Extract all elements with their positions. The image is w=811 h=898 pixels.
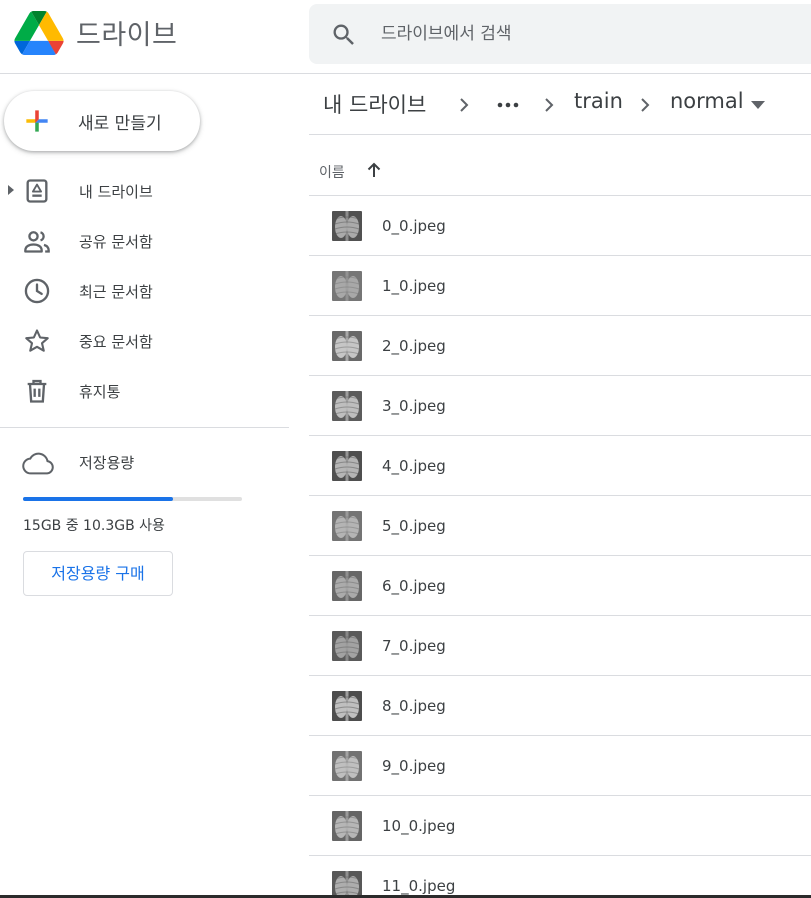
search-icon[interactable] bbox=[330, 21, 358, 49]
file-name: 9_0.jpeg bbox=[382, 757, 446, 775]
file-name: 5_0.jpeg bbox=[382, 517, 446, 535]
file-row[interactable]: 11_0.jpeg bbox=[309, 856, 811, 898]
file-name: 3_0.jpeg bbox=[382, 397, 446, 415]
expand-caret-icon[interactable] bbox=[6, 183, 16, 197]
my-drive-icon bbox=[26, 179, 48, 203]
breadcrumb: 내 드라이브 train normal bbox=[309, 75, 811, 135]
file-row[interactable]: 3_0.jpeg bbox=[309, 376, 811, 436]
search-input[interactable] bbox=[381, 4, 801, 64]
top-header: 드라이브 bbox=[0, 0, 811, 74]
breadcrumb-item-train[interactable]: train bbox=[574, 89, 623, 113]
plus-icon bbox=[26, 110, 48, 132]
file-row[interactable]: 10_0.jpeg bbox=[309, 796, 811, 856]
storage-progress-bar bbox=[23, 497, 242, 501]
file-name: 4_0.jpeg bbox=[382, 457, 446, 475]
star-icon bbox=[25, 329, 49, 352]
file-name: 0_0.jpeg bbox=[382, 217, 446, 235]
more-horiz-icon[interactable] bbox=[496, 102, 520, 108]
search-bar[interactable] bbox=[309, 4, 811, 64]
file-row[interactable]: 1_0.jpeg bbox=[309, 256, 811, 316]
file-row[interactable]: 5_0.jpeg bbox=[309, 496, 811, 556]
new-button-label: 새로 만들기 bbox=[78, 114, 162, 134]
xray-image-thumbnail bbox=[332, 811, 362, 841]
sidebar-item-label: 휴지통 bbox=[79, 383, 121, 401]
file-row[interactable]: 2_0.jpeg bbox=[309, 316, 811, 376]
sidebar-divider bbox=[0, 427, 289, 428]
file-list: 0_0.jpeg 1_0.jpeg 2_0.jpeg 3_0.jpeg 4_0.jpeg… bbox=[309, 196, 811, 898]
chevron-right-icon bbox=[641, 98, 650, 112]
sidebar-item-label: 중요 문서함 bbox=[79, 333, 153, 351]
storage-label: 저장용량 bbox=[79, 454, 135, 472]
xray-image-thumbnail bbox=[332, 871, 362, 898]
sidebar-item-starred[interactable]: 중요 문서함 bbox=[0, 318, 290, 362]
column-name-header[interactable]: 이름 bbox=[319, 162, 345, 182]
file-name: 1_0.jpeg bbox=[382, 277, 446, 295]
file-row[interactable]: 0_0.jpeg bbox=[309, 196, 811, 256]
xray-image-thumbnail bbox=[332, 391, 362, 421]
buy-storage-button[interactable]: 저장용량 구매 bbox=[23, 551, 173, 596]
chevron-right-icon bbox=[545, 98, 554, 112]
cloud-icon bbox=[22, 452, 54, 475]
storage-progress-fill bbox=[23, 497, 174, 501]
sort-arrow-up-icon[interactable] bbox=[366, 161, 382, 179]
drive-app: 드라이브 새로 만들기 bbox=[0, 0, 811, 898]
app-title: 드라이브 bbox=[76, 20, 178, 51]
shared-people-icon bbox=[24, 231, 50, 253]
sidebar-item-shared[interactable]: 공유 문서함 bbox=[0, 218, 290, 262]
breadcrumb-item-normal[interactable]: normal bbox=[670, 89, 744, 113]
file-name: 6_0.jpeg bbox=[382, 577, 446, 595]
chevron-right-icon bbox=[460, 98, 469, 112]
xray-image-thumbnail bbox=[332, 511, 362, 541]
sidebar-item-recent[interactable]: 최근 문서함 bbox=[0, 268, 290, 312]
sidebar-item-label: 내 드라이브 bbox=[79, 183, 153, 201]
xray-image-thumbnail bbox=[332, 451, 362, 481]
file-row[interactable]: 9_0.jpeg bbox=[309, 736, 811, 796]
file-row[interactable]: 4_0.jpeg bbox=[309, 436, 811, 496]
drive-logo-icon[interactable] bbox=[14, 11, 64, 55]
xray-image-thumbnail bbox=[332, 211, 362, 241]
xray-image-thumbnail bbox=[332, 631, 362, 661]
file-list-header: 이름 bbox=[309, 135, 811, 196]
breadcrumb-item-my-drive[interactable]: 내 드라이브 bbox=[323, 89, 426, 119]
xray-image-thumbnail bbox=[332, 331, 362, 361]
file-name: 10_0.jpeg bbox=[382, 817, 456, 835]
clock-icon bbox=[24, 278, 50, 304]
xray-image-thumbnail bbox=[332, 751, 362, 781]
dropdown-arrow-icon[interactable] bbox=[751, 101, 765, 109]
xray-image-thumbnail bbox=[332, 691, 362, 721]
sidebar-item-label: 최근 문서함 bbox=[79, 283, 153, 301]
file-name: 11_0.jpeg bbox=[382, 877, 456, 895]
sidebar-item-my-drive[interactable]: 내 드라이브 bbox=[0, 168, 290, 212]
file-name: 8_0.jpeg bbox=[382, 697, 446, 715]
main-content: 내 드라이브 train normal 이름 0_0.jpeg 1_0.jpeg… bbox=[309, 75, 811, 898]
storage-usage-text: 15GB 중 10.3GB 사용 bbox=[23, 518, 165, 534]
sidebar: 새로 만들기 내 드라이브 공유 문서함 최근 문서함 중요 문서함 휴지통 저… bbox=[0, 75, 300, 898]
file-row[interactable]: 8_0.jpeg bbox=[309, 676, 811, 736]
new-button[interactable]: 새로 만들기 bbox=[4, 91, 200, 151]
sidebar-item-label: 공유 문서함 bbox=[79, 233, 153, 251]
file-row[interactable]: 6_0.jpeg bbox=[309, 556, 811, 616]
xray-image-thumbnail bbox=[332, 271, 362, 301]
sidebar-item-trash[interactable]: 휴지통 bbox=[0, 368, 290, 412]
file-name: 7_0.jpeg bbox=[382, 637, 446, 655]
file-row[interactable]: 7_0.jpeg bbox=[309, 616, 811, 676]
xray-image-thumbnail bbox=[332, 571, 362, 601]
file-name: 2_0.jpeg bbox=[382, 337, 446, 355]
trash-icon bbox=[27, 379, 47, 403]
